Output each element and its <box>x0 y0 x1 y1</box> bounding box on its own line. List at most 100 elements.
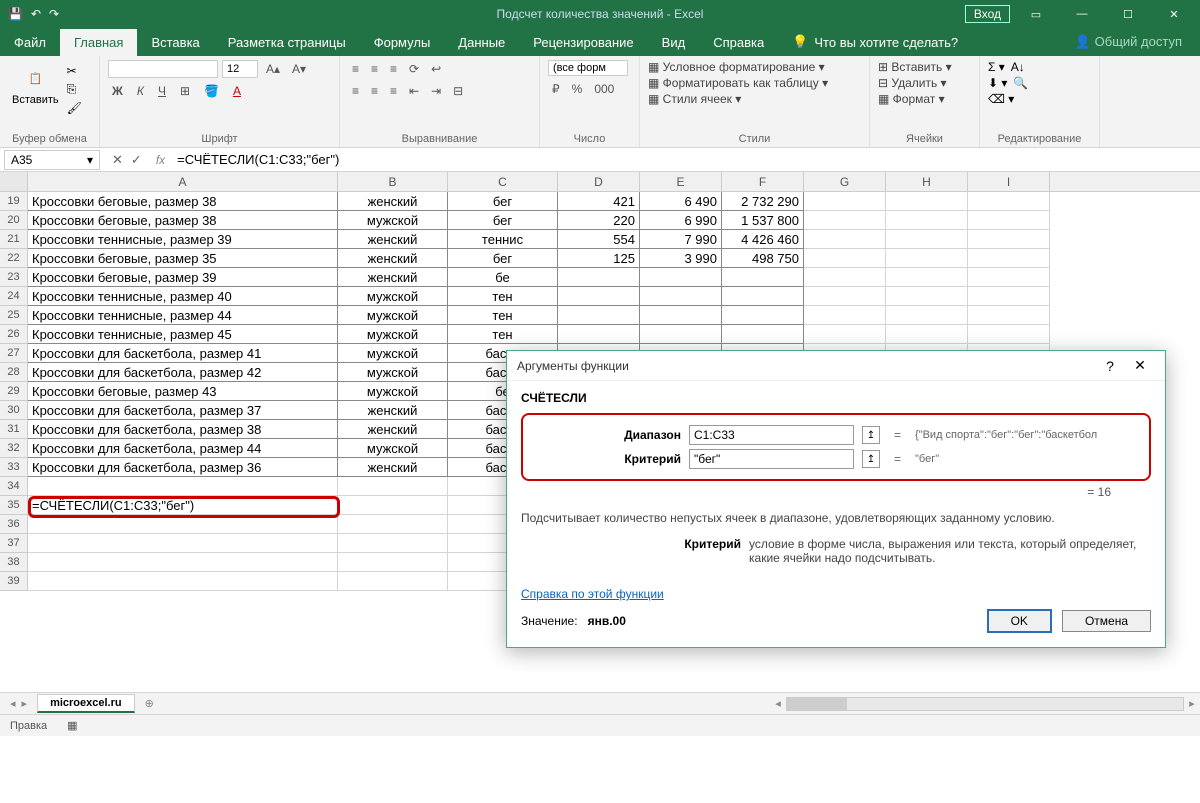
row-header[interactable]: 20 <box>0 211 28 230</box>
cell[interactable]: мужской <box>338 382 448 401</box>
row-header[interactable]: 29 <box>0 382 28 401</box>
cell[interactable]: бег <box>448 211 558 230</box>
cell[interactable]: женский <box>338 458 448 477</box>
tab-insert[interactable]: Вставка <box>137 29 213 56</box>
cell[interactable] <box>28 534 338 553</box>
cell[interactable] <box>804 211 886 230</box>
cell[interactable] <box>722 306 804 325</box>
row-header[interactable]: 27 <box>0 344 28 363</box>
tab-help[interactable]: Справка <box>699 29 778 56</box>
cell[interactable] <box>804 287 886 306</box>
enter-formula-icon[interactable]: ✓ <box>131 152 142 168</box>
row-header[interactable]: 35 <box>0 496 28 515</box>
cell[interactable]: тен <box>448 306 558 325</box>
column-header[interactable]: I <box>968 172 1050 191</box>
row-header[interactable]: 28 <box>0 363 28 382</box>
cell[interactable] <box>804 249 886 268</box>
cell[interactable]: мужской <box>338 325 448 344</box>
cell[interactable]: Кроссовки теннисные, размер 40 <box>28 287 338 306</box>
cell[interactable]: мужской <box>338 287 448 306</box>
cell[interactable] <box>886 211 968 230</box>
minimize-icon[interactable]: — <box>1062 0 1102 28</box>
cell[interactable]: Кроссовки для баскетбола, размер 41 <box>28 344 338 363</box>
cell[interactable] <box>886 287 968 306</box>
fx-icon[interactable]: fx <box>150 153 171 167</box>
cell[interactable] <box>804 192 886 211</box>
tell-me[interactable]: 💡Что вы хотите сделать? <box>778 28 972 56</box>
row-header[interactable]: 31 <box>0 420 28 439</box>
range-picker-icon[interactable]: ↥ <box>862 450 880 468</box>
cell[interactable] <box>968 230 1050 249</box>
fill-icon[interactable]: ⬇ ▾ <box>988 76 1007 90</box>
cell[interactable]: 6 990 <box>640 211 722 230</box>
cell[interactable]: бег <box>448 192 558 211</box>
tab-review[interactable]: Рецензирование <box>519 29 647 56</box>
decrease-font-icon[interactable]: A▾ <box>288 60 310 78</box>
conditional-format-button[interactable]: ▦ Условное форматирование ▾ <box>648 60 825 74</box>
bold-button[interactable]: Ж <box>108 82 127 100</box>
cell[interactable] <box>640 287 722 306</box>
column-header[interactable]: D <box>558 172 640 191</box>
row-header[interactable]: 26 <box>0 325 28 344</box>
cell[interactable] <box>722 325 804 344</box>
row-header[interactable]: 25 <box>0 306 28 325</box>
merge-icon[interactable]: ⊟ <box>449 82 467 100</box>
tab-data[interactable]: Данные <box>444 29 519 56</box>
column-header[interactable]: B <box>338 172 448 191</box>
tab-file[interactable]: Файл <box>0 29 60 56</box>
column-header[interactable]: G <box>804 172 886 191</box>
cell[interactable]: Кроссовки беговые, размер 39 <box>28 268 338 287</box>
dialog-close-icon[interactable]: ✕ <box>1125 357 1155 374</box>
row-header[interactable]: 30 <box>0 401 28 420</box>
tab-view[interactable]: Вид <box>648 29 700 56</box>
cell[interactable]: мужской <box>338 439 448 458</box>
cell[interactable]: 421 <box>558 192 640 211</box>
find-select-icon[interactable]: 🔍 <box>1013 76 1028 90</box>
cell[interactable]: женский <box>338 192 448 211</box>
column-header[interactable]: E <box>640 172 722 191</box>
delete-cells-button[interactable]: ⊟ Удалить ▾ <box>878 76 947 90</box>
row-header[interactable]: 32 <box>0 439 28 458</box>
cell[interactable]: 3 990 <box>640 249 722 268</box>
cell[interactable]: женский <box>338 401 448 420</box>
cell[interactable]: женский <box>338 268 448 287</box>
row-header[interactable]: 37 <box>0 534 28 553</box>
increase-font-icon[interactable]: A▴ <box>262 60 284 78</box>
cell[interactable]: Кроссовки теннисные, размер 45 <box>28 325 338 344</box>
cell[interactable]: женский <box>338 230 448 249</box>
cell[interactable] <box>558 287 640 306</box>
cell[interactable] <box>968 268 1050 287</box>
insert-cells-button[interactable]: ⊞ Вставить ▾ <box>878 60 952 74</box>
save-icon[interactable]: 💾 <box>8 7 23 21</box>
indent-dec-icon[interactable]: ⇤ <box>405 82 423 100</box>
cell-styles-button[interactable]: ▦ Стили ячеек ▾ <box>648 92 741 106</box>
cancel-button[interactable]: Отмена <box>1062 610 1151 632</box>
cell[interactable] <box>338 572 448 591</box>
macro-record-icon[interactable]: ▦ <box>47 719 77 732</box>
align-left-icon[interactable]: ≡ <box>348 82 363 100</box>
sort-filter-icon[interactable]: A↓ <box>1011 60 1025 74</box>
tab-page-layout[interactable]: Разметка страницы <box>214 29 360 56</box>
cell[interactable] <box>804 306 886 325</box>
arg-criteria-input[interactable] <box>689 449 854 469</box>
tab-home[interactable]: Главная <box>60 29 137 56</box>
cancel-formula-icon[interactable]: ✕ <box>112 152 123 168</box>
cell[interactable] <box>968 249 1050 268</box>
cell[interactable] <box>722 287 804 306</box>
cell[interactable] <box>804 325 886 344</box>
cell[interactable]: Кроссовки для баскетбола, размер 36 <box>28 458 338 477</box>
font-name-combo[interactable] <box>108 60 218 78</box>
font-color-icon[interactable]: A <box>229 82 245 100</box>
row-header[interactable]: 22 <box>0 249 28 268</box>
cell[interactable]: 6 490 <box>640 192 722 211</box>
cut-icon[interactable]: ✂ <box>67 64 82 78</box>
redo-icon[interactable]: ↷ <box>49 7 59 21</box>
cell[interactable]: Кроссовки беговые, размер 43 <box>28 382 338 401</box>
formula-input[interactable] <box>171 150 1200 169</box>
cell[interactable] <box>640 268 722 287</box>
row-header[interactable]: 19 <box>0 192 28 211</box>
cell[interactable] <box>28 553 338 572</box>
cell[interactable]: бе <box>448 268 558 287</box>
cell[interactable]: Кроссовки беговые, размер 35 <box>28 249 338 268</box>
format-cells-button[interactable]: ▦ Формат ▾ <box>878 92 945 106</box>
